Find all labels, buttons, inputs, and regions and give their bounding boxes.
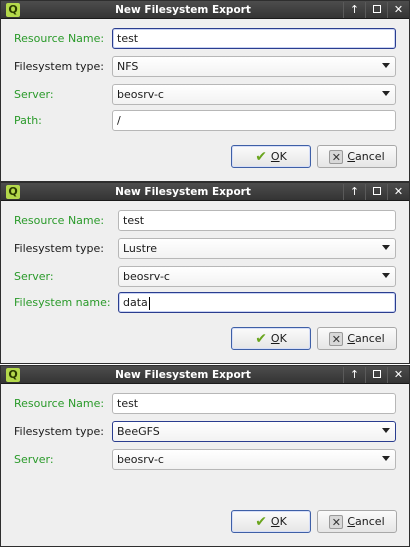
window-title: New Filesystem Export: [115, 369, 251, 381]
checkmark-icon: ✔: [255, 148, 267, 165]
filesystem-name-label: Filesystem name:: [14, 296, 111, 309]
chevron-down-icon: [382, 456, 390, 461]
keep-above-button[interactable]: ↑: [343, 367, 365, 383]
server-label: Server:: [14, 270, 54, 283]
resource-name-label: Resource Name:: [14, 32, 105, 45]
keep-above-button[interactable]: ↑: [343, 184, 365, 200]
cancel-label: ancel: [355, 332, 385, 345]
dialog-nfs: Q New Filesystem Export ↑ ✕ Resource Nam…: [0, 0, 410, 182]
window-title: New Filesystem Export: [115, 4, 251, 16]
cancel-icon: ✕: [329, 515, 344, 529]
chevron-down-icon: [382, 91, 390, 96]
filesystem-name-value: data: [123, 296, 148, 309]
window-title: New Filesystem Export: [115, 186, 251, 198]
filesystem-type-label: Filesystem type:: [14, 425, 104, 438]
dialog-lustre: Q New Filesystem Export ↑ ✕ Resource Nam…: [0, 182, 410, 364]
maximize-icon: [372, 5, 381, 13]
close-button[interactable]: ✕: [387, 367, 409, 383]
chevron-down-icon: [382, 245, 390, 250]
cancel-button[interactable]: ✕ Cancel: [317, 145, 397, 168]
cancel-label: ancel: [355, 515, 385, 528]
ok-mnemonic: O: [270, 515, 280, 528]
checkmark-icon: ✔: [255, 330, 267, 347]
filesystem-type-select[interactable]: BeeGFS: [112, 421, 396, 442]
filesystem-type-label: Filesystem type:: [14, 60, 104, 73]
filesystem-type-label: Filesystem type:: [14, 242, 104, 255]
cancel-mnemonic: C: [347, 332, 356, 345]
cancel-icon: ✕: [329, 332, 344, 346]
ok-button[interactable]: ✔ OK: [231, 145, 311, 168]
server-label: Server:: [14, 88, 54, 101]
maximize-button[interactable]: [365, 2, 387, 18]
path-input[interactable]: /: [112, 110, 396, 131]
keep-above-button[interactable]: ↑: [343, 2, 365, 18]
close-icon: ✕: [393, 3, 404, 16]
cancel-button[interactable]: ✕ Cancel: [317, 327, 397, 350]
ok-mnemonic: O: [270, 332, 280, 345]
server-value: beosrv-c: [117, 88, 164, 101]
chevron-down-icon: [382, 273, 390, 278]
resource-name-label: Resource Name:: [14, 397, 105, 410]
close-icon: ✕: [393, 185, 404, 198]
resource-name-label: Resource Name:: [14, 214, 105, 227]
filesystem-name-input[interactable]: data: [118, 292, 396, 313]
maximize-icon: [372, 187, 381, 195]
filesystem-type-select[interactable]: NFS: [112, 56, 396, 77]
ok-button[interactable]: ✔ OK: [231, 327, 311, 350]
arrow-up-icon: ↑: [349, 185, 360, 198]
arrow-up-icon: ↑: [349, 3, 360, 16]
cancel-label: ancel: [355, 150, 385, 163]
titlebar[interactable]: Q New Filesystem Export ↑ ✕: [1, 183, 409, 201]
server-value: beosrv-c: [117, 453, 164, 466]
cancel-mnemonic: C: [347, 150, 356, 163]
filesystem-type-value: NFS: [117, 60, 139, 73]
filesystem-type-select[interactable]: Lustre: [118, 238, 396, 259]
titlebar[interactable]: Q New Filesystem Export ↑ ✕: [1, 366, 409, 384]
server-label: Server:: [14, 453, 54, 466]
server-select[interactable]: beosrv-c: [112, 84, 396, 105]
app-icon: Q: [6, 3, 20, 17]
maximize-icon: [372, 370, 381, 378]
resource-name-input[interactable]: test: [118, 210, 396, 231]
close-button[interactable]: ✕: [387, 2, 409, 18]
maximize-button[interactable]: [365, 367, 387, 383]
ok-label: K: [279, 515, 287, 528]
chevron-down-icon: [382, 428, 390, 433]
cancel-icon: ✕: [329, 150, 344, 164]
maximize-button[interactable]: [365, 184, 387, 200]
path-label: Path:: [14, 114, 42, 127]
dialog-beegfs: Q New Filesystem Export ↑ ✕ Resource Nam…: [0, 365, 410, 547]
server-select[interactable]: beosrv-c: [112, 449, 396, 470]
server-value: beosrv-c: [123, 270, 170, 283]
filesystem-type-value: Lustre: [123, 242, 157, 255]
resource-name-input[interactable]: test: [112, 28, 396, 49]
close-button[interactable]: ✕: [387, 184, 409, 200]
app-icon: Q: [6, 368, 20, 382]
arrow-up-icon: ↑: [349, 368, 360, 381]
cancel-button[interactable]: ✕ Cancel: [317, 510, 397, 533]
cancel-mnemonic: C: [347, 515, 356, 528]
ok-label: K: [279, 332, 287, 345]
close-icon: ✕: [393, 368, 404, 381]
text-caret: [148, 296, 150, 310]
chevron-down-icon: [382, 63, 390, 68]
ok-label: K: [279, 150, 287, 163]
ok-mnemonic: O: [270, 150, 280, 163]
app-icon: Q: [6, 185, 20, 199]
ok-button[interactable]: ✔ OK: [231, 510, 311, 533]
resource-name-input[interactable]: test: [112, 393, 396, 414]
server-select[interactable]: beosrv-c: [118, 266, 396, 287]
checkmark-icon: ✔: [255, 513, 267, 530]
filesystem-type-value: BeeGFS: [117, 425, 160, 438]
titlebar[interactable]: Q New Filesystem Export ↑ ✕: [1, 1, 409, 19]
